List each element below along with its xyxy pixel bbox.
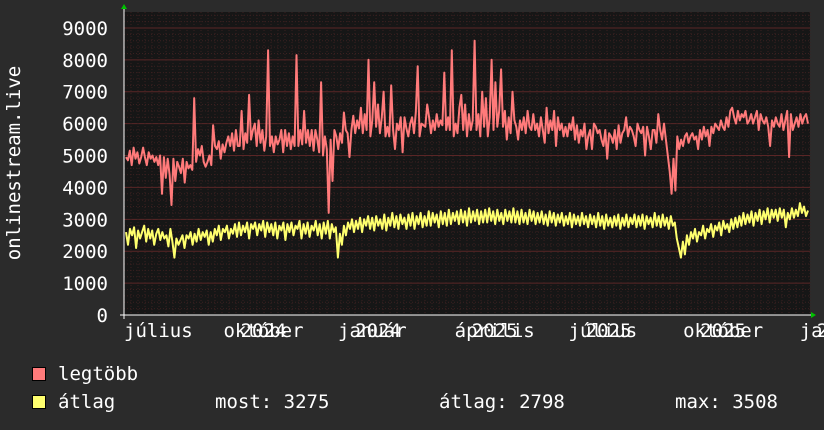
legend-swatch-avg: [32, 395, 46, 409]
x-tick-label: 2024: [355, 320, 401, 342]
legend-label-avg: átlag: [58, 391, 116, 413]
stat-average: átlag: 2798: [439, 391, 565, 413]
legend-item-max: legtöbb: [32, 363, 138, 385]
y-tick-label: 4000: [62, 177, 108, 199]
y-tick-label: 3000: [62, 209, 108, 231]
x-tick-label: 2025: [700, 320, 746, 342]
legend-swatch-max: [32, 367, 46, 381]
stat-maximum: max: 3508: [675, 391, 778, 413]
x-tick-label: 2025: [586, 320, 632, 342]
x-axis-arrow: [811, 312, 816, 318]
legend-label-max: legtöbb: [58, 363, 139, 385]
y-axis-arrow: [121, 4, 127, 9]
stat-current: most: 3275: [215, 391, 330, 413]
y-axis-label: onlinestream.live: [3, 66, 25, 260]
y-tick-label: 6000: [62, 114, 108, 136]
y-tick-label: 5000: [62, 146, 108, 168]
x-tick-label: 2025: [817, 320, 824, 342]
y-tick-label: 1000: [62, 273, 108, 295]
y-axis-ticks: 0 1000 2000 3000 4000 5000 6000 7000 8000 9000: [62, 18, 108, 327]
y-tick-label: 9000: [62, 18, 108, 40]
x-tick-label: 2025: [472, 320, 518, 342]
y-tick-label: 8000: [62, 50, 108, 72]
x-tick-label: július: [124, 320, 193, 342]
y-tick-label: 0: [97, 305, 108, 327]
x-tick-label: 2024: [241, 320, 287, 342]
y-tick-label: 7000: [62, 82, 108, 104]
line-chart: 0 1000 2000 3000 4000 5000 6000 7000 8000 9000 jú…: [3, 4, 824, 342]
y-tick-label: 2000: [62, 241, 108, 263]
x-axis-ticks: július október2024 január2024 április2025 jú…: [124, 320, 824, 342]
legend-item-avg: átlag: [32, 391, 115, 413]
